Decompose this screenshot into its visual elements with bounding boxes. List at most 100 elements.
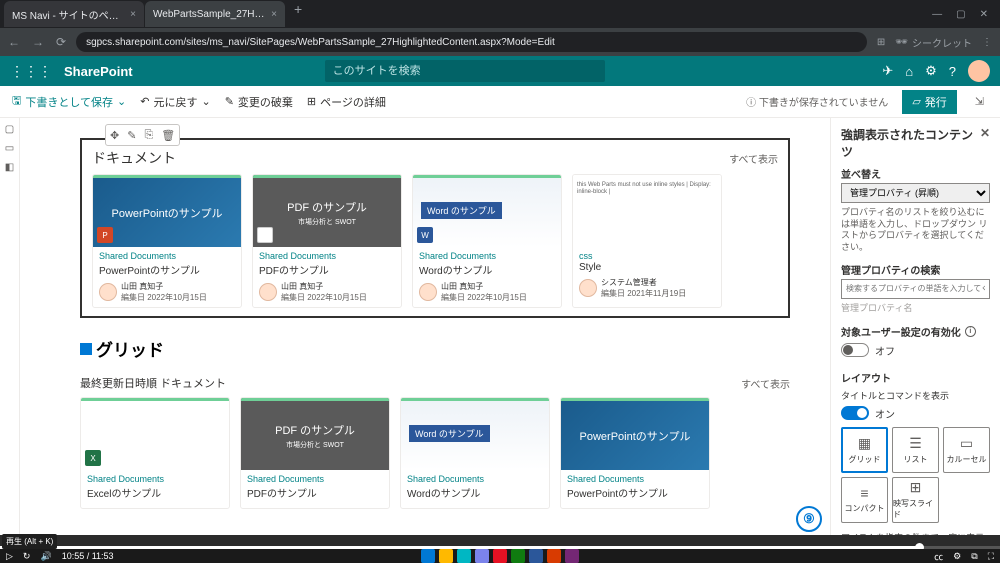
document-card[interactable]: Word のサンプル Shared DocumentsWordのサンプル — [400, 397, 550, 509]
replay-icon[interactable]: ↻ — [23, 551, 31, 562]
layout-option-list[interactable]: ☰リスト — [892, 427, 939, 473]
close-pane-icon[interactable]: ✕ — [980, 126, 990, 160]
thumb-text: PowerPointのサンプル — [580, 428, 691, 444]
site-search-input[interactable] — [325, 60, 605, 82]
highlighted-content-webpart[interactable]: ドキュメント すべて表示 PowerPointのサンプルP Shared Doc… — [80, 138, 790, 318]
new-tab-button[interactable]: + — [286, 1, 310, 27]
document-card[interactable]: X Shared DocumentsExcelのサンプル — [80, 397, 230, 509]
section-add-icon[interactable]: ▢ — [5, 124, 14, 135]
author-name: システム管理者 — [601, 277, 686, 288]
move-icon[interactable]: ✥ — [110, 129, 119, 142]
taskbar-icon[interactable] — [439, 549, 453, 563]
page-details-button[interactable]: ⊞ ページの詳細 — [307, 94, 386, 110]
annotation-badge-9: ⑨ — [796, 506, 822, 532]
show-titles-label: タイトルとコマンドを表示 — [841, 389, 990, 402]
modified-date: 編集日 2022年10月15日 — [121, 292, 207, 303]
author-avatar — [419, 283, 437, 301]
captions-icon[interactable]: ㏄ — [934, 550, 943, 563]
window-controls: — ▢ ✕ — [924, 9, 996, 20]
document-card[interactable]: PowerPointのサンプルP Shared Documents PowerP… — [92, 174, 242, 308]
browser-tab-1[interactable]: MS Navi - サイトのページ - 作成省 × — [4, 1, 144, 27]
help-icon[interactable]: ? — [949, 64, 956, 79]
browser-menu-icon[interactable]: ⋮ — [982, 37, 992, 48]
show-titles-toggle[interactable] — [841, 406, 869, 420]
layout-option-filmstrip[interactable]: ⊞映写スライド — [892, 477, 939, 523]
property-search-input[interactable] — [841, 279, 990, 299]
see-all-link[interactable]: すべて表示 — [729, 151, 778, 166]
delete-icon[interactable]: 🗑 — [161, 129, 175, 142]
taskbar-icon[interactable] — [493, 549, 507, 563]
maximize-icon[interactable]: ▢ — [956, 9, 965, 20]
taskbar-icon[interactable] — [565, 549, 579, 563]
library-name: Shared Documents — [567, 474, 703, 484]
browser-tab-strip: MS Navi - サイトのページ - 作成省 × WebPartsSample… — [0, 0, 1000, 28]
taskbar-icon[interactable] — [421, 549, 435, 563]
close-window-icon[interactable]: ✕ — [980, 9, 988, 20]
card-thumbnail: Word のサンプル — [401, 398, 549, 470]
user-avatar[interactable] — [968, 60, 990, 82]
reload-icon[interactable]: ⟳ — [56, 35, 66, 49]
minimize-icon[interactable]: — — [932, 9, 942, 20]
layout-label: グリッド — [849, 454, 881, 465]
author-name: 山田 真知子 — [121, 281, 207, 292]
save-draft-button[interactable]: 🖫 下書きとして保存 ⌄ — [12, 92, 126, 111]
taskbar-icon[interactable] — [547, 549, 561, 563]
duplicate-icon[interactable]: ⎘ — [144, 129, 153, 142]
browser-tab-2[interactable]: WebPartsSample_27Highlighted… × — [145, 1, 285, 27]
volume-icon[interactable]: 🔊 — [40, 551, 51, 562]
back-icon[interactable]: ← — [8, 35, 20, 49]
document-card[interactable]: Word のサンプルW Shared Documents Wordのサンプル 山… — [412, 174, 562, 308]
close-icon[interactable]: × — [130, 9, 136, 20]
document-card[interactable]: PowerPointのサンプル Shared DocumentsPowerPoi… — [560, 397, 710, 509]
forward-icon[interactable]: → — [32, 35, 44, 49]
thumb-text: PDF のサンプル — [287, 199, 367, 215]
layout-label: リスト — [904, 454, 928, 465]
send-icon[interactable]: ✈ — [882, 63, 893, 79]
taskbar-icon[interactable] — [457, 549, 471, 563]
app-launcher-icon[interactable]: ⋮⋮⋮ — [10, 63, 52, 80]
play-icon[interactable]: ▷ — [6, 551, 13, 562]
taskbar-icon[interactable] — [511, 549, 525, 563]
collapse-pane-icon[interactable]: ⇲ — [971, 95, 988, 108]
document-card[interactable]: this Web Parts must not use inline style… — [572, 174, 722, 308]
card-title: PDFのサンプル — [259, 262, 395, 277]
card-title: PDFのサンプル — [247, 485, 383, 500]
see-all-link[interactable]: すべて表示 — [741, 376, 790, 391]
thumb-text: PDF のサンプル — [275, 422, 355, 438]
url-field[interactable]: sgpcs.sharepoint.com/sites/ms_navi/SiteP… — [76, 32, 867, 52]
megaphone-icon[interactable]: ⌂ — [905, 64, 913, 79]
card-thumbnail: Word のサンプルW — [413, 175, 561, 247]
publish-button[interactable]: ▱ 発行 — [902, 90, 956, 114]
sort-select[interactable]: 管理プロバティ (昇順) — [841, 183, 990, 203]
undo-button[interactable]: ↶ 元に戻す ⌄ — [140, 94, 210, 110]
pip-icon[interactable]: ⧉ — [971, 551, 977, 562]
taskbar-icon[interactable] — [475, 549, 489, 563]
settings-gear-icon[interactable]: ⚙ — [953, 551, 961, 562]
edit-icon[interactable]: ✎ — [127, 129, 136, 142]
property-search-label: 管理プロバティの検索 — [841, 262, 990, 277]
card-title: Excelのサンプル — [87, 485, 223, 500]
section-bg-icon[interactable]: ◧ — [5, 162, 14, 173]
info-icon[interactable]: i — [965, 326, 976, 337]
section-layout-icon[interactable]: ▭ — [5, 143, 14, 154]
card-title: Wordのサンプル — [419, 262, 555, 277]
close-icon[interactable]: × — [271, 9, 277, 20]
incognito-label: シークレット — [912, 35, 972, 50]
taskbar-icon[interactable] — [529, 549, 543, 563]
incognito-badge[interactable]: 🕶 シークレット — [895, 35, 972, 50]
layout-option-compact[interactable]: ≡コンパクト — [841, 477, 888, 523]
canvas-section-rail: ▢ ▭ ◧ — [0, 118, 20, 535]
discard-button[interactable]: ✎ 変更の破棄 — [225, 94, 293, 110]
settings-icon[interactable]: ⚙ — [925, 63, 937, 79]
library-name: Shared Documents — [419, 251, 555, 261]
fullscreen-icon[interactable]: ⛶ — [988, 551, 994, 562]
layout-option-grid[interactable]: ▦グリッド — [841, 427, 888, 473]
library-name: Shared Documents — [87, 474, 223, 484]
document-card[interactable]: PDF のサンプル市場分析と SWOT Shared DocumentsPDFの… — [240, 397, 390, 509]
audience-toggle[interactable] — [841, 343, 869, 357]
document-card[interactable]: PDF のサンプル市場分析と SWOT Shared Documents PDF… — [252, 174, 402, 308]
extension-icon[interactable]: ⊞ — [877, 37, 885, 48]
layout-option-carousel[interactable]: ▭カルーセル — [943, 427, 990, 473]
sharepoint-suite-bar: ⋮⋮⋮ SharePoint ✈ ⌂ ⚙ ? — [0, 56, 1000, 86]
powerpoint-icon: P — [97, 227, 113, 243]
